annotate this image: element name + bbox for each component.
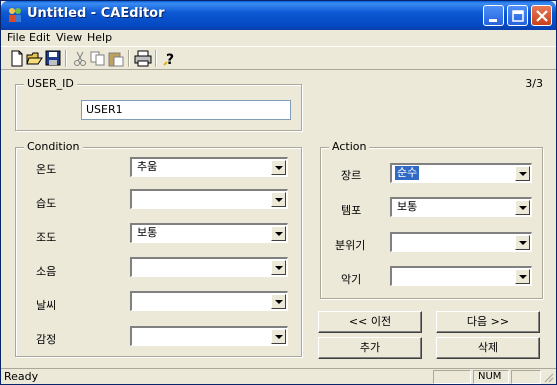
temperature-select[interactable]: 추움 [130,157,288,177]
chevron-down-icon[interactable] [271,160,286,175]
emotion-select[interactable] [130,326,288,346]
weather-select[interactable] [130,291,288,311]
toolbar-separator [128,50,130,67]
resize-grip-icon[interactable] [542,371,554,383]
instrument-value [395,269,399,283]
condition-label-noise: 소음 [36,265,57,278]
delete-button[interactable]: 삭제 [436,337,540,359]
prev-button[interactable]: << 이전 [318,311,422,333]
help-icon[interactable]: ? [161,50,179,67]
cut-icon[interactable] [71,50,89,67]
action-label-tempo: 템포 [341,204,362,217]
minimize-button[interactable] [483,5,504,26]
client-area: USER_ID USER1 3/3 Condition 온도 추움 습도 조도 … [5,71,553,368]
condition-label-illuminance: 조도 [36,231,57,244]
chevron-down-icon[interactable] [515,269,530,284]
temperature-value: 추움 [137,160,158,173]
chevron-down-icon[interactable] [271,329,286,344]
emotion-value [135,329,139,343]
close-icon [536,10,548,22]
condition-label-temperature: 온도 [36,163,57,176]
close-button[interactable] [531,5,552,26]
noise-value [135,260,139,274]
add-button[interactable]: 추가 [318,337,422,359]
tempo-value: 보통 [397,200,418,213]
chevron-down-icon[interactable] [515,200,530,215]
menu-help[interactable]: Help [87,31,112,44]
user-id-group: USER_ID USER1 [15,77,302,131]
humidity-select[interactable] [130,189,288,209]
tempo-select[interactable]: 보통 [390,197,532,217]
instrument-select[interactable] [390,266,532,286]
noise-select[interactable] [130,257,288,277]
toolbar: ? [1,46,556,70]
status-bar: Ready NUM [1,368,556,384]
num-lock-indicator: NUM [478,371,502,382]
user-id-field[interactable]: USER1 [81,100,291,120]
action-label-instrument: 악기 [341,273,362,286]
chevron-down-icon[interactable] [271,294,286,309]
illuminance-select[interactable]: 보통 [130,223,288,243]
status-pane-num: NUM [473,370,509,384]
action-group: Action 장르 순수 템포 보통 분위기 악기 [320,140,543,299]
open-icon[interactable] [26,50,44,67]
condition-label-weather: 날씨 [36,299,57,312]
weather-value [135,294,139,308]
print-icon[interactable] [134,50,152,67]
chevron-down-icon[interactable] [271,260,286,275]
copy-icon[interactable] [89,50,107,67]
save-icon[interactable] [44,50,62,67]
condition-group-title: Condition [24,140,83,153]
toolbar-separator [65,50,67,67]
toolbar-separator [155,50,157,67]
humidity-value [135,192,139,206]
chevron-down-icon[interactable] [271,192,286,207]
mood-select[interactable] [390,232,532,252]
action-label-genre: 장르 [341,169,362,182]
minimize-icon [489,19,497,22]
user-id-value: USER1 [86,103,123,116]
condition-group: Condition 온도 추움 습도 조도 보통 소음 날씨 감정 [15,140,302,357]
menu-edit[interactable]: Edit [29,31,50,44]
illuminance-value: 보통 [137,226,158,239]
user-id-group-title: USER_ID [24,77,77,90]
menu-file[interactable]: File [7,31,25,44]
app-window: Untitled - CAEditor File Edit View Help [0,0,557,385]
genre-select[interactable]: 순수 [390,163,532,183]
condition-label-emotion: 감정 [36,333,57,346]
maximize-button[interactable] [507,5,528,26]
condition-label-humidity: 습도 [36,197,57,210]
chevron-down-icon[interactable] [271,226,286,241]
chevron-down-icon[interactable] [515,235,530,250]
next-button[interactable]: 다음 >> [436,311,540,333]
app-icon [9,8,21,22]
chevron-down-icon[interactable] [515,166,530,181]
record-counter: 3/3 [525,77,543,90]
menu-bar: File Edit View Help [1,30,556,46]
title-bar[interactable]: Untitled - CAEditor [1,1,556,30]
paste-icon[interactable] [107,50,125,67]
status-pane-scrl [511,370,541,384]
window-title: Untitled - CAEditor [27,6,165,21]
maximize-icon [512,10,524,22]
genre-value: 순수 [395,166,420,180]
svg-text:?: ? [166,52,174,67]
action-group-title: Action [329,140,370,153]
new-icon[interactable] [8,50,26,67]
mood-value [395,235,399,249]
menu-view[interactable]: View [56,31,82,44]
status-text: Ready [4,370,39,383]
action-label-mood: 분위기 [335,239,366,252]
status-pane-caps [433,370,471,384]
